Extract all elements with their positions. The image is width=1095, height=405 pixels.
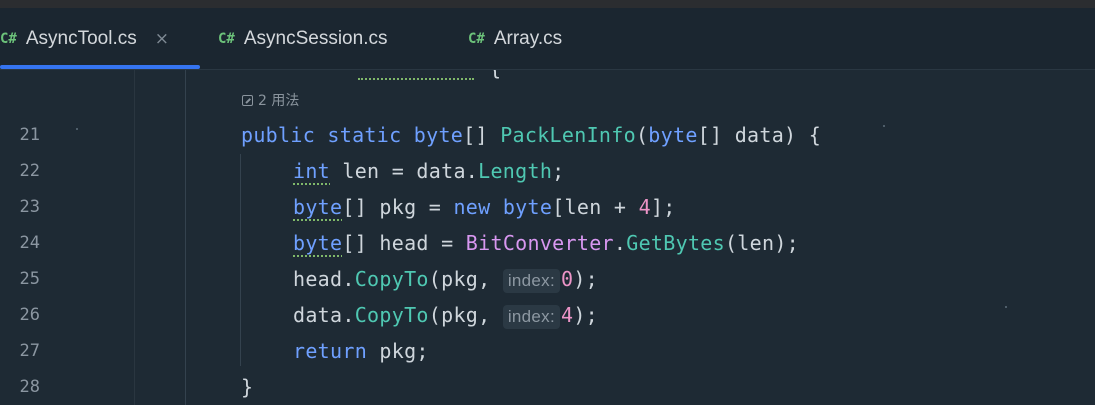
line-number: 22: [19, 161, 40, 181]
partial-code-fragment: {: [489, 70, 501, 80]
background-speck: [883, 125, 885, 127]
line-number: 27: [19, 341, 40, 361]
tab-array[interactable]: C# Array.cs: [468, 8, 562, 70]
code-text: head.CopyTo(pkg, index: 0);: [293, 267, 599, 293]
code-text: byte[] head = BitConverter.GetBytes(len)…: [293, 231, 800, 255]
code-line: 26 data.CopyTo(pkg, index: 4);: [0, 297, 1095, 333]
line-number: 26: [19, 305, 40, 325]
usages-inlay-hint[interactable]: 2 用法: [242, 88, 299, 112]
line-number: 21: [19, 125, 40, 145]
code-editor[interactable]: { 2 用法 21 public static byte[] PackLenIn…: [0, 70, 1095, 405]
background-speck: [76, 128, 78, 130]
code-line: 24 byte[] head = BitConverter.GetBytes(l…: [0, 225, 1095, 261]
csharp-file-icon: C#: [468, 31, 485, 47]
token: byte: [502, 195, 553, 219]
line-number: 23: [19, 197, 40, 217]
code-text: int len = data.Length;: [293, 159, 565, 183]
token: return: [293, 339, 368, 363]
code-text: byte[] pkg = new byte[len + 4];: [293, 195, 676, 219]
token: byte: [648, 123, 698, 147]
tab-asyncsession[interactable]: C# AsyncSession.cs: [218, 8, 387, 70]
token: int: [293, 159, 331, 183]
token: 0: [560, 267, 574, 291]
code-line: 23 byte[] pkg = new byte[len + 4];: [0, 189, 1095, 225]
close-icon[interactable]: ×: [155, 29, 169, 49]
token: 4: [638, 195, 651, 219]
code-line: 21 public static byte[] PackLenInfo(byte…: [0, 117, 1095, 153]
token: 4: [560, 303, 574, 327]
code-text: return pkg;: [293, 339, 429, 363]
code-line: 25 head.CopyTo(pkg, index: 0);: [0, 261, 1095, 297]
token: CopyTo: [354, 267, 429, 291]
token: PackLenInfo: [500, 123, 636, 147]
parameter-hint: index:: [502, 305, 560, 329]
token: GetBytes: [626, 231, 725, 255]
code-text: public static byte[] PackLenInfo(byte[] …: [241, 123, 822, 147]
token: Length: [478, 159, 553, 183]
code-text: data.CopyTo(pkg, index: 4);: [293, 303, 599, 329]
parameter-hint: index:: [502, 269, 560, 293]
tab-asynctool[interactable]: C# AsyncTool.cs ×: [0, 8, 169, 70]
token: byte: [413, 123, 464, 147]
line-number: 28: [19, 377, 40, 397]
token: CopyTo: [354, 303, 429, 327]
token: byte: [293, 195, 343, 219]
line-number: 25: [19, 269, 40, 289]
tab-label: AsyncSession.cs: [243, 28, 388, 49]
code-line: 28 }: [0, 369, 1095, 405]
window-top-strip: [0, 0, 1095, 8]
token: byte: [293, 231, 343, 255]
token: new: [453, 195, 491, 219]
tab-label: AsyncTool.cs: [25, 28, 137, 49]
csharp-file-icon: C#: [0, 31, 17, 47]
background-speck: [1005, 306, 1007, 308]
line-number: 24: [19, 233, 40, 253]
csharp-file-icon: C#: [218, 31, 235, 47]
external-link-icon: [242, 94, 253, 106]
code-line: 27 return pkg;: [0, 333, 1095, 369]
usages-label: 2 用法: [258, 93, 300, 109]
active-tab-indicator: [0, 65, 200, 69]
token: BitConverter: [465, 231, 614, 255]
token: public: [241, 123, 316, 147]
code-text: }: [241, 375, 254, 399]
tab-label: Array.cs: [493, 28, 563, 49]
token: static: [327, 123, 402, 147]
warning-squiggle: [358, 70, 474, 80]
code-line: 22 int len = data.Length;: [0, 153, 1095, 189]
editor-tab-bar: C# AsyncTool.cs × C# AsyncSession.cs C# …: [0, 8, 1095, 70]
